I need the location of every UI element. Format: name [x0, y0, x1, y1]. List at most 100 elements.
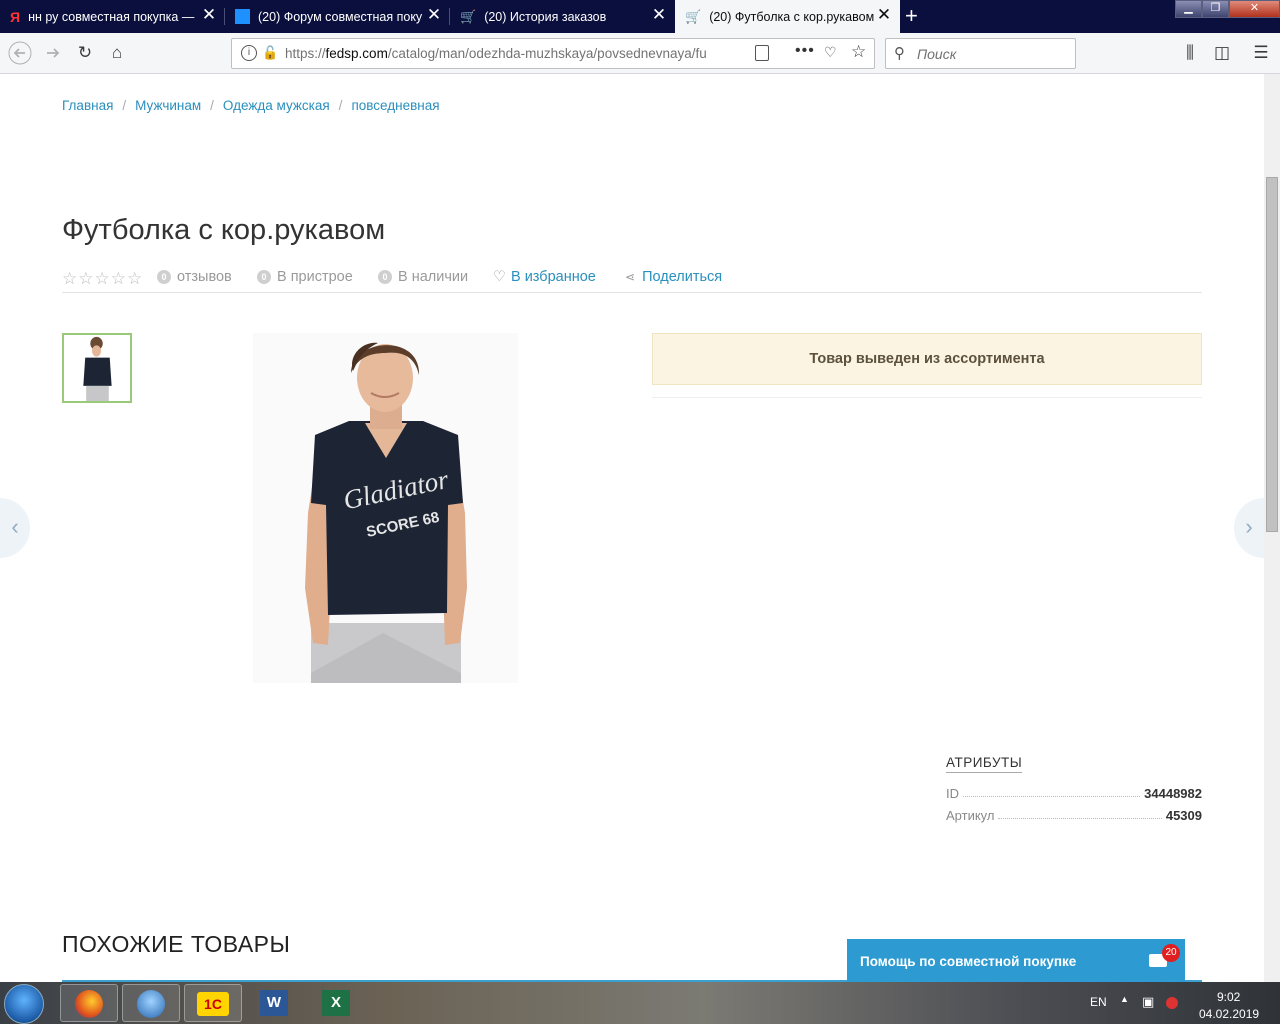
attributes-heading: АТРИБУТЫ — [946, 755, 1023, 773]
sidebar-toggle-icon[interactable]: ◫ — [1210, 41, 1234, 65]
reviews-label: отзывов — [177, 269, 232, 285]
attribute-label: Артикул — [946, 808, 995, 823]
tab-strip: Я нн ру совместная покупка — ✕ (20) Фору… — [0, 0, 1280, 33]
rating-stars[interactable]: ☆☆☆☆☆ — [62, 269, 143, 289]
clock-date[interactable]: 04.02.2019 — [1199, 1007, 1259, 1021]
url-prefix: https:// — [285, 46, 326, 61]
tab-yandex[interactable]: Я нн ру совместная покупка — ✕ — [0, 0, 225, 33]
attribute-value: 34448982 — [1144, 786, 1202, 801]
scrollbar-thumb[interactable] — [1266, 177, 1278, 532]
reader-view-icon[interactable] — [755, 45, 769, 61]
reload-button[interactable]: ↻ — [73, 41, 97, 65]
prev-product-button[interactable]: ‹ — [0, 498, 30, 558]
page-content: Главная / Мужчинам / Одежда мужская / по… — [0, 74, 1264, 982]
minimize-button[interactable]: ▁ — [1175, 0, 1202, 18]
share-button[interactable]: ⋖ Поделиться — [625, 269, 722, 285]
windows-icon — [235, 9, 250, 24]
tab-title: (20) Футболка с кор.рукавом — [709, 9, 875, 24]
search-placeholder: Поиск — [917, 46, 957, 62]
url-path: /catalog/man/odezhda-muzhskaya/povsednev… — [387, 46, 707, 61]
leader-dots — [998, 808, 1162, 819]
favorites-label: В избранное — [511, 269, 596, 285]
thunderbird-taskbar-button[interactable] — [122, 984, 180, 1022]
tab-title: нн ру совместная покупка — — [28, 9, 195, 24]
menu-icon[interactable]: ☰ — [1249, 41, 1273, 65]
home-button[interactable]: ⌂ — [105, 41, 129, 65]
star-icon: ☆☆☆☆☆ — [62, 269, 144, 288]
cart-icon: 🛒 — [460, 8, 477, 24]
url-text[interactable]: https://fedsp.com/catalog/man/odezhda-mu… — [285, 46, 720, 61]
lock-warning-icon[interactable]: 🔓 — [262, 45, 278, 61]
close-icon[interactable]: ✕ — [426, 6, 442, 24]
firefox-icon — [75, 990, 103, 1018]
back-button[interactable] — [8, 41, 32, 65]
tab-orders[interactable]: 🛒 (20) История заказов ✕ — [450, 0, 675, 33]
start-button[interactable] — [4, 984, 44, 1024]
word-icon: W — [260, 990, 288, 1016]
attribute-row: Артикул 45309 — [946, 808, 1202, 823]
close-icon[interactable]: ✕ — [201, 6, 217, 24]
similar-products-heading: ПОХОЖИЕ ТОВАРЫ — [62, 931, 291, 957]
close-icon[interactable]: ✕ — [876, 6, 892, 24]
forward-arrow-icon — [47, 48, 60, 58]
breadcrumb-separator: / — [210, 98, 214, 113]
tray-arrow-icon[interactable]: ▲ — [1120, 994, 1129, 1004]
help-chat-widget[interactable]: Помощь по совместной покупке — [847, 939, 1185, 982]
bookmark-star-icon[interactable]: ☆ — [851, 42, 866, 62]
breadcrumb-mens-clothing[interactable]: Одежда мужская — [223, 98, 330, 113]
notification-badge: 20 — [1162, 944, 1180, 962]
share-label: Поделиться — [642, 269, 723, 285]
url-bar[interactable]: i 🔓 https://fedsp.com/catalog/man/odezhd… — [231, 38, 875, 69]
add-to-favorites-button[interactable]: ♡ В избранное — [493, 269, 596, 285]
library-icon[interactable]: ⫼ — [1178, 41, 1202, 65]
leader-dots — [963, 786, 1141, 797]
discontinued-notice: Товар выведен из ассортимента — [652, 333, 1202, 385]
system-tray: EN ▲ ▣ 9:02 04.02.2019 — [1080, 982, 1280, 1024]
excel-taskbar-button[interactable]: X — [308, 984, 366, 1022]
breadcrumb-casual[interactable]: повседневная — [351, 98, 439, 113]
excel-icon: X — [322, 990, 350, 1016]
search-input[interactable]: ⚲ Поиск — [885, 38, 1076, 69]
product-main-image[interactable]: Gladiator SCORE 68 — [253, 333, 518, 683]
attribute-label: ID — [946, 786, 959, 801]
pocket-icon[interactable]: ♡ — [824, 44, 837, 61]
word-taskbar-button[interactable]: W — [246, 984, 304, 1022]
reviews-count: 0 — [157, 270, 171, 284]
search-icon: ⚲ — [894, 45, 905, 62]
attribute-value: 45309 — [1165, 808, 1202, 823]
breadcrumb-separator: / — [122, 98, 127, 113]
breadcrumb-men[interactable]: Мужчинам — [135, 98, 201, 113]
in-stock-label: В наличии — [398, 269, 469, 285]
breadcrumb-home[interactable]: Главная — [62, 98, 113, 113]
new-tab-button[interactable]: + — [905, 4, 918, 28]
network-icon[interactable]: ▣ — [1142, 994, 1154, 1010]
reviews-link[interactable]: 0 отзывов — [157, 269, 232, 285]
product-thumbnail[interactable] — [62, 333, 132, 403]
tab-forum[interactable]: (20) Форум совместная покуп ✕ — [225, 0, 450, 33]
window-close-button[interactable]: ✕ — [1229, 0, 1280, 18]
tab-title: (20) Форум совместная покуп — [258, 9, 423, 24]
more-actions-icon[interactable]: ••• — [795, 42, 815, 60]
tab-product[interactable]: 🛒 (20) Футболка с кор.рукавом ✕ — [675, 0, 900, 33]
window-controls: ▁ ❐ ✕ — [1175, 0, 1280, 18]
cart-icon: 🛒 — [685, 8, 702, 24]
attribute-row: ID 34448982 — [946, 786, 1202, 801]
product-meta-bar: ☆☆☆☆☆ 0 отзывов 0 В пристрое 0 В наличии ♡ В… — [62, 268, 1202, 293]
language-indicator[interactable]: EN — [1090, 995, 1107, 1009]
close-icon[interactable]: ✕ — [651, 6, 667, 24]
firefox-taskbar-button[interactable] — [60, 984, 118, 1022]
nav-toolbar: ↻ ⌂ i 🔓 https://fedsp.com/catalog/man/od… — [0, 33, 1280, 74]
info-icon[interactable]: i — [241, 45, 257, 61]
taskbar: 1C W X EN ▲ ▣ 9:02 04.02.2019 — [0, 982, 1280, 1024]
heart-icon: ♡ — [493, 269, 506, 285]
forward-button[interactable] — [41, 41, 65, 65]
antivirus-icon[interactable] — [1166, 997, 1178, 1009]
page-scrollbar[interactable] — [1264, 74, 1280, 982]
in-stock-status: 0 В наличии — [378, 269, 468, 285]
maximize-button[interactable]: ❐ — [1202, 0, 1229, 18]
next-product-button[interactable]: › — [1234, 498, 1264, 558]
in-cart-count: 0 — [257, 270, 271, 284]
1c-taskbar-button[interactable]: 1C — [184, 984, 242, 1022]
tab-title: (20) История заказов — [484, 9, 607, 24]
clock-time[interactable]: 9:02 — [1217, 990, 1240, 1004]
